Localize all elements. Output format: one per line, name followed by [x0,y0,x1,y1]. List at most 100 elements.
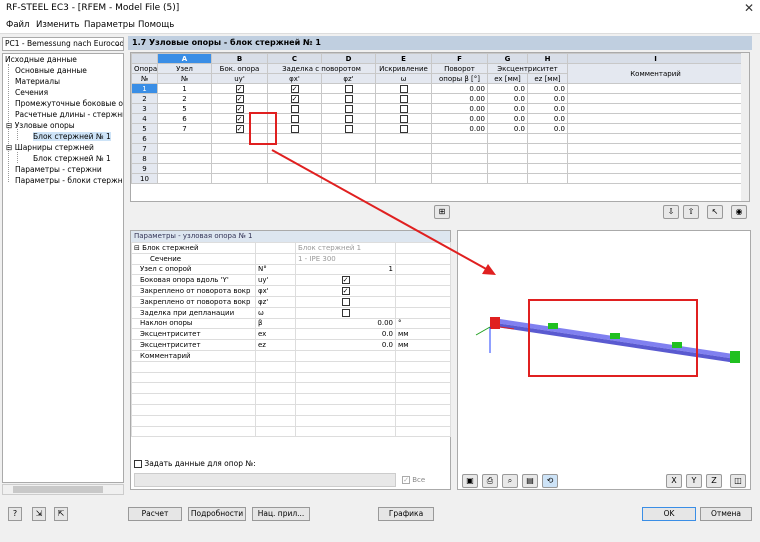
param-row[interactable]: Узел с опорой N° 1 [131,263,451,276]
checkbox-checked[interactable]: ✓ [235,124,244,133]
comment-cell[interactable] [567,83,744,94]
param-row[interactable]: Закреплено от поворота вокр φz' [131,295,451,308]
table-row[interactable]: 3 5 ✓ 0.00 0.0 0.0 [131,103,744,114]
row-number[interactable]: 9 [131,163,158,174]
ex-cell[interactable]: 0.0 [487,113,528,124]
param-checkbox-cell[interactable] [295,306,396,319]
phix-checkbox-cell[interactable]: ✓ [267,93,322,104]
calculate-button[interactable]: Расчет [128,507,182,521]
ex-cell[interactable]: 0.0 [487,103,528,114]
table-row[interactable]: 5 7 ✓ 0.00 0.0 0.0 [131,123,744,134]
import-icon[interactable]: ⇩ [663,205,679,219]
view-z-icon[interactable]: Z [706,474,722,488]
node-cell[interactable]: 5 [157,103,212,114]
comment-cell[interactable] [567,123,744,134]
comment-cell[interactable] [567,113,744,124]
national-annex-button[interactable]: Нац. прил... [252,507,310,521]
uy-checkbox-cell[interactable]: ✓ [211,83,268,94]
checkbox-unchecked[interactable] [290,114,299,123]
col-letter-c[interactable]: C [267,53,322,64]
table-row[interactable]: 4 6 ✓ 0.00 0.0 0.0 [131,113,744,124]
row-number[interactable]: 5 [131,123,158,134]
ex-cell[interactable]: 0.0 [487,83,528,94]
checkbox-unchecked[interactable] [134,460,142,468]
zoom-icon[interactable]: ⌕ [502,474,518,488]
checkbox-unchecked[interactable] [344,114,353,123]
param-row[interactable]: Комментарий [131,349,451,362]
tree-item-sections[interactable]: Сечения [15,88,48,97]
checkbox-unchecked[interactable] [399,114,408,123]
col-letter-d[interactable]: D [321,53,376,64]
tree-root[interactable]: Исходные данные [5,55,77,64]
graphics-button[interactable]: Графика [378,507,434,521]
import-results-icon[interactable]: ⇱ [54,507,68,521]
row-number[interactable]: 7 [131,143,158,154]
table-row[interactable]: 10 [131,173,744,184]
table-row[interactable]: 1 1 ✓ ✓ 0.00 0.0 0.0 [131,83,744,94]
checkbox-checked[interactable]: ✓ [235,104,244,113]
tree-item-basic-data[interactable]: Основные данные [15,66,87,75]
row-number[interactable]: 8 [131,153,158,164]
row-number[interactable]: 2 [131,93,158,104]
render-icon[interactable]: ▤ [522,474,538,488]
table-row[interactable]: 8 [131,153,744,164]
phiz-checkbox-cell[interactable] [321,93,376,104]
uy-checkbox-cell[interactable]: ✓ [211,93,268,104]
checkbox-unchecked[interactable] [344,84,353,93]
tree-item-lateral-supports[interactable]: Промежуточные боковые опо [15,99,123,108]
col-letter-b[interactable]: B [211,53,268,64]
param-checkbox-cell[interactable]: ✓ [295,285,396,297]
checkbox-checked[interactable]: ✓ [290,94,299,103]
param-row[interactable]: Закреплено от поворота вокр φx' ✓ [131,285,451,297]
param-row[interactable]: Заделка при депланации ω [131,306,451,319]
tree-item-nodal-supports[interactable]: ⊟ Узловые опоры [6,121,75,130]
checkbox-checked[interactable]: ✓ [402,476,410,484]
menu-file[interactable]: Файл [6,20,29,30]
comment-cell[interactable] [567,93,744,104]
ex-cell[interactable]: 0.0 [487,123,528,134]
filter-icon[interactable]: ⊞ [434,205,450,219]
node-cell[interactable]: 6 [157,113,212,124]
view-y-icon[interactable]: Y [686,474,702,488]
omega-checkbox-cell[interactable] [375,113,432,124]
checkbox-unchecked[interactable] [341,308,350,317]
close-icon[interactable]: ✕ [744,1,754,15]
checkbox-checked[interactable]: ✓ [235,114,244,123]
omega-checkbox-cell[interactable] [375,103,432,114]
graphics-view[interactable]: ▣ ⎙ ⌕ ▤ ⟲ X Y Z ◫ [457,230,751,490]
menu-edit[interactable]: Изменить [36,20,80,30]
checkbox-unchecked[interactable] [290,124,299,133]
details-button[interactable]: Подробности [188,507,246,521]
design-case-select[interactable]: РС1 - Bemessung nach Eurocod ⌄ [2,37,124,51]
param-row[interactable]: ⊟ Блок стержней Блок стержней 1 [131,242,451,254]
rotate-icon[interactable]: ⟲ [542,474,558,488]
node-cell[interactable]: 7 [157,123,212,134]
col-letter-e[interactable]: E [375,53,432,64]
beta-cell[interactable]: 0.00 [431,93,488,104]
table-scrollbar[interactable] [741,53,749,201]
beta-cell[interactable]: 0.00 [431,103,488,114]
ex-cell[interactable]: 0.0 [487,93,528,104]
checkbox-checked[interactable]: ✓ [235,84,244,93]
col-letter-f[interactable]: F [431,53,488,64]
supports-list-input[interactable] [134,473,396,487]
view-3d-icon[interactable]: ◫ [730,474,746,488]
param-row[interactable]: Боковая опора вдоль 'Y' uy' ✓ [131,274,451,287]
beta-cell[interactable]: 0.00 [431,123,488,134]
menu-help[interactable]: Помощь [138,20,174,30]
tree-item-member-hinges[interactable]: ⊟ Шарниры стержней [6,143,94,152]
param-value[interactable]: 0.00 [295,317,396,330]
collapse-icon[interactable]: ⊟ [134,244,140,252]
comment-cell[interactable] [567,103,744,114]
ez-cell[interactable]: 0.0 [527,123,568,134]
checkbox-unchecked[interactable] [341,297,350,306]
checkbox-unchecked[interactable] [399,94,408,103]
view-icon[interactable]: ◉ [731,205,747,219]
beta-cell[interactable]: 0.00 [431,83,488,94]
checkbox-unchecked[interactable] [399,84,408,93]
col-letter-g[interactable]: G [487,53,528,64]
row-number[interactable]: 4 [131,113,158,124]
checkbox-checked[interactable]: ✓ [290,84,299,93]
param-row[interactable]: Сечение 1 - IPE 300 [131,252,451,265]
ok-button[interactable]: OK [642,507,696,521]
